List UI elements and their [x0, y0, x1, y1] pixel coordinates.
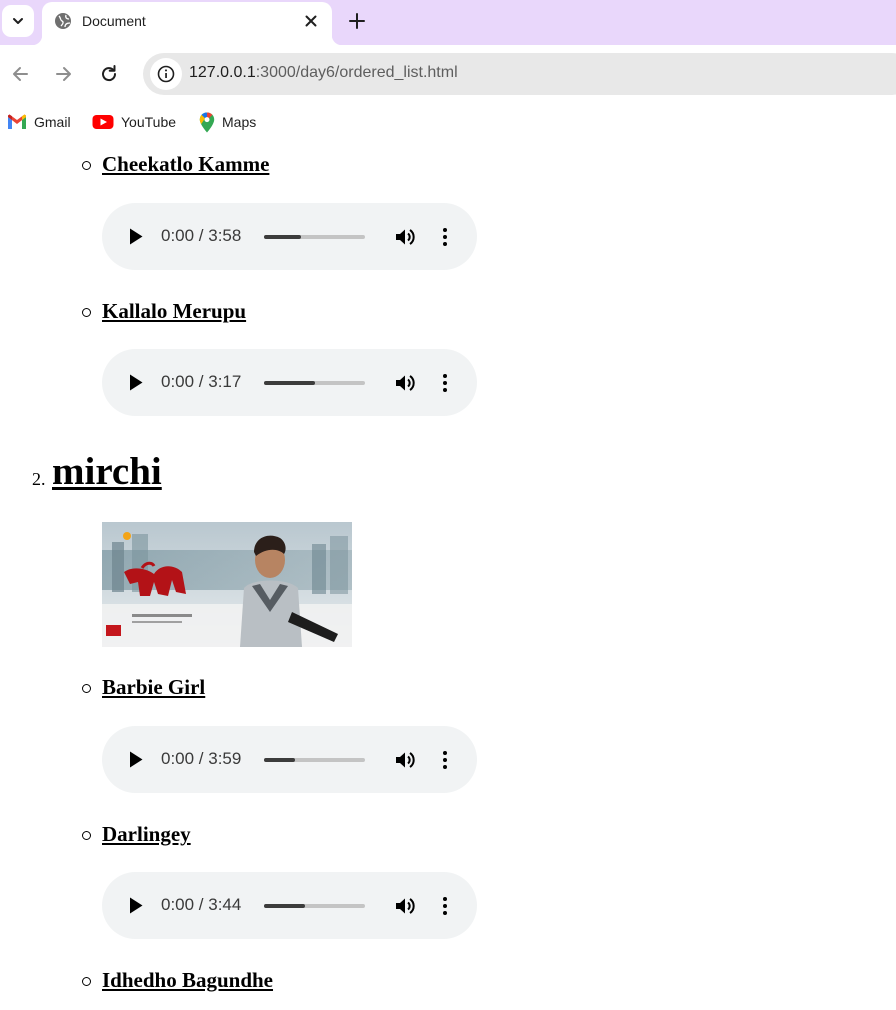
tab-title: Document	[82, 13, 146, 29]
list-number: 2.	[32, 469, 46, 489]
list-bullet	[82, 308, 91, 317]
play-icon[interactable]	[129, 897, 143, 914]
url-path: :3000/day6/ordered_list.html	[255, 64, 458, 81]
song-title[interactable]: Darlingey	[102, 822, 191, 847]
song-title[interactable]: Cheekatlo Kamme	[102, 152, 269, 177]
bookmark-youtube[interactable]: YouTube	[92, 112, 176, 132]
bookmark-label: YouTube	[121, 114, 177, 130]
forward-arrow-icon[interactable]	[53, 63, 75, 85]
bookmark-gmail[interactable]: Gmail	[7, 112, 71, 132]
audio-buffered	[264, 381, 315, 385]
audio-player[interactable]: 0:00 / 3:17	[102, 349, 477, 416]
site-info-button[interactable]	[150, 58, 182, 90]
maps-icon	[199, 112, 215, 132]
list-bullet	[82, 684, 91, 693]
info-icon	[157, 65, 175, 83]
tab-strip: Document	[0, 0, 896, 45]
bookmark-maps[interactable]: Maps	[199, 112, 256, 132]
song-title[interactable]: Kallalo Merupu	[102, 299, 246, 324]
audio-buffered	[264, 235, 302, 239]
tab-search-button[interactable]	[2, 5, 34, 37]
audio-time: 0:00 / 3:59	[161, 749, 242, 768]
globe-icon	[55, 13, 71, 29]
browser-tab[interactable]: Document	[32, 2, 342, 45]
audio-player[interactable]: 0:00 / 3:59	[102, 726, 477, 793]
more-options-icon[interactable]	[441, 373, 449, 393]
list-bullet	[82, 831, 91, 840]
audio-buffered	[264, 904, 306, 908]
volume-icon[interactable]	[394, 372, 416, 394]
audio-time: 0:00 / 3:58	[161, 226, 242, 245]
bookmark-label: Gmail	[34, 114, 71, 130]
song-title[interactable]: Barbie Girl	[102, 675, 205, 700]
list-bullet	[82, 161, 91, 170]
album-title[interactable]: mirchi	[52, 449, 162, 494]
song-title[interactable]: Idhedho Bagundhe	[102, 968, 273, 993]
play-icon[interactable]	[129, 374, 143, 391]
audio-progress-bar[interactable]	[264, 758, 365, 762]
bookmark-label: Maps	[222, 114, 257, 130]
browser-toolbar: 127.0.0.1:3000/day6/ordered_list.html	[0, 45, 896, 103]
audio-time: 0:00 / 3:17	[161, 372, 242, 391]
movie-poster-image	[102, 522, 352, 647]
url-host: 127.0.0.1	[189, 64, 256, 81]
list-bullet	[82, 977, 91, 986]
play-icon[interactable]	[129, 751, 143, 768]
more-options-icon[interactable]	[441, 227, 449, 247]
audio-time: 0:00 / 3:44	[161, 895, 242, 914]
url-text: 127.0.0.1:3000/day6/ordered_list.html	[189, 64, 458, 82]
play-icon[interactable]	[129, 228, 143, 245]
reload-icon[interactable]	[98, 63, 120, 85]
more-options-icon[interactable]	[441, 750, 449, 770]
audio-player[interactable]: 0:00 / 3:58	[102, 203, 477, 270]
audio-progress-bar[interactable]	[264, 904, 365, 908]
bookmarks-bar: Gmail YouTube Maps	[0, 103, 896, 141]
new-tab-icon[interactable]	[347, 11, 367, 31]
volume-icon[interactable]	[394, 749, 416, 771]
audio-progress-bar[interactable]	[264, 235, 365, 239]
gmail-icon	[8, 114, 26, 129]
audio-progress-bar[interactable]	[264, 381, 365, 385]
youtube-icon	[92, 115, 114, 129]
chevron-down-icon	[13, 18, 23, 24]
audio-buffered	[264, 758, 296, 762]
close-tab-icon[interactable]	[302, 12, 320, 30]
volume-icon[interactable]	[394, 895, 416, 917]
address-bar[interactable]: 127.0.0.1:3000/day6/ordered_list.html	[143, 53, 896, 95]
more-options-icon[interactable]	[441, 896, 449, 916]
back-arrow-icon[interactable]	[9, 63, 31, 85]
audio-player[interactable]: 0:00 / 3:44	[102, 872, 477, 939]
volume-icon[interactable]	[394, 226, 416, 248]
page-content: Cheekatlo Kamme 0:00 / 3:58 Kallalo Meru…	[0, 141, 896, 1010]
